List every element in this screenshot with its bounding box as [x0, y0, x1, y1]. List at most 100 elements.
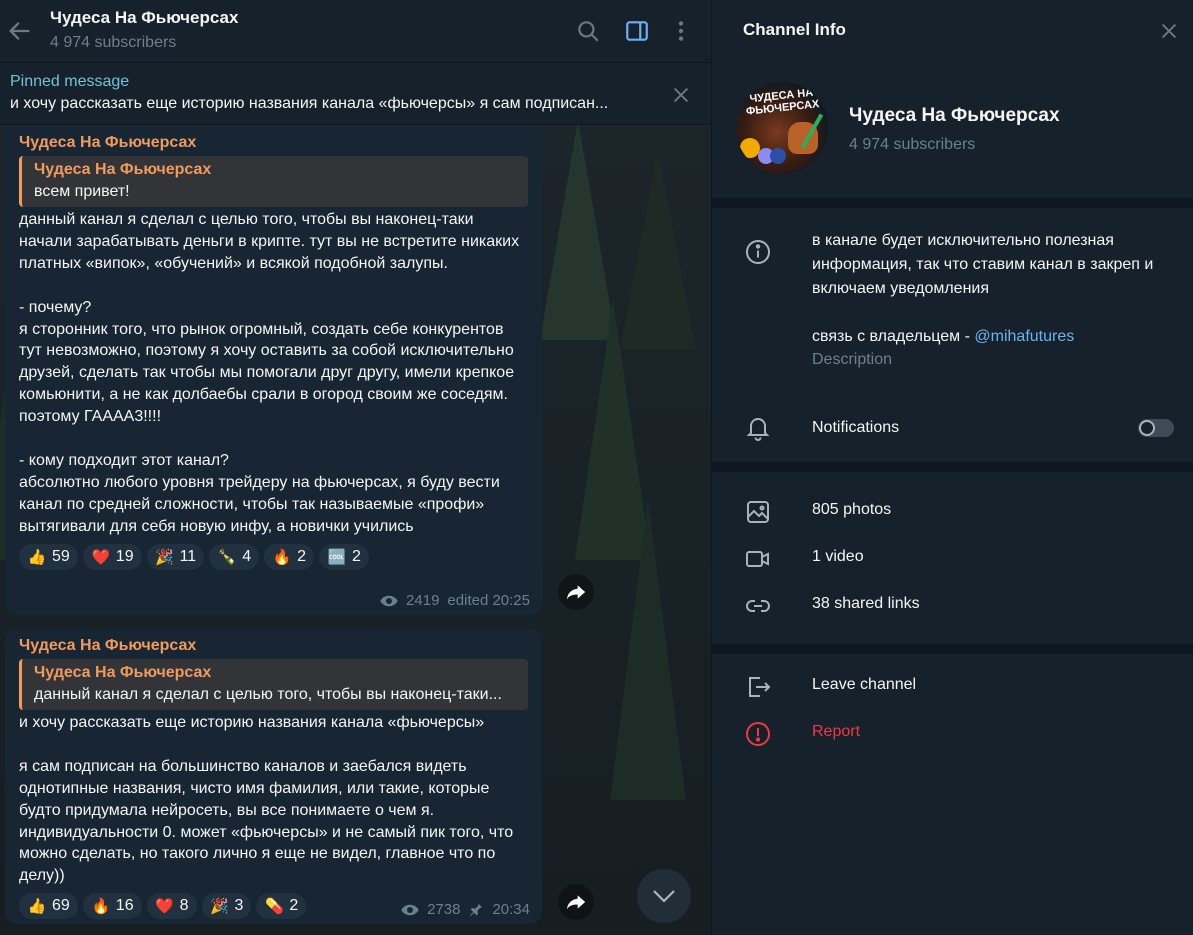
search-icon[interactable] [575, 17, 601, 45]
panel-title: Channel Info [743, 20, 846, 39]
reply-text: данный канал я сделал с целью того, чтоб… [34, 686, 502, 703]
reaction-fire[interactable]: 🔥 16 [82, 893, 142, 920]
divider [712, 462, 1193, 472]
avatar[interactable]: ЧУДЕСА НА ФЬЮЧЕРСАХ [736, 82, 828, 174]
reaction-count: 8 [179, 897, 189, 915]
chat-area: Чудеса На Фьючерсах 4 974 subscribers Pi… [0, 0, 711, 935]
pin-icon [470, 903, 483, 916]
reaction-emoji: ❤️ [91, 548, 111, 566]
reaction-champagne[interactable]: 🍾 4 [209, 543, 260, 570]
description-label: Description [812, 351, 893, 368]
reply-quote[interactable]: Чудеса На Фьючерсах всем привет! [19, 156, 528, 207]
reaction-emoji: 🎉 [155, 548, 174, 566]
chat-header: Чудеса На Фьючерсах 4 974 subscribers [0, 0, 711, 63]
reaction-emoji: 🍾 [217, 548, 237, 566]
reaction-emoji: 🆒 [327, 548, 347, 566]
reaction-heart[interactable]: ❤️ 19 [82, 543, 142, 570]
forward-icon [566, 585, 586, 600]
reaction-count: 19 [115, 547, 134, 565]
bell-icon [746, 418, 770, 441]
owner-link[interactable]: @mihafutures [974, 328, 1074, 345]
reaction-thumbs-up[interactable]: 👍 69 [19, 893, 78, 920]
message-author[interactable]: Чудеса На Фьючерсах [19, 637, 528, 655]
reaction-thumbs-up[interactable]: 👍 59 [19, 543, 78, 570]
message-text: и хочу рассказать еще историю названия к… [19, 714, 514, 885]
description-contact: связь с владельцем - [812, 328, 975, 345]
reaction-party[interactable]: 🎉 3 [201, 893, 252, 920]
info-icon [746, 240, 770, 264]
more-vertical-icon[interactable] [668, 17, 694, 45]
reaction-emoji: 👍 [27, 548, 47, 566]
reaction-count: 69 [52, 897, 70, 915]
leave-channel-button[interactable]: Leave channel [812, 676, 916, 694]
pinned-message-bar[interactable]: Pinned message и хочу рассказать еще ист… [0, 63, 711, 125]
channel-name: Чудеса На Фьючерсах [849, 105, 1060, 126]
eye-icon [401, 904, 419, 915]
reaction-emoji: 🔥 [91, 898, 111, 916]
link-icon [746, 600, 770, 612]
reaction-emoji: ❤️ [155, 898, 174, 916]
video-icon [746, 551, 769, 567]
close-icon[interactable] [670, 84, 692, 106]
forward-button[interactable] [558, 884, 594, 920]
reply-author: Чудеса На Фьючерсах [34, 161, 212, 178]
reactions: 👍 59 ❤️ 19 🎉 11 🍾 4 🔥 2 🆒 2 [19, 543, 528, 570]
forward-button[interactable] [558, 574, 594, 610]
reaction-fire[interactable]: 🔥 2 [264, 543, 315, 570]
back-arrow-icon[interactable] [6, 17, 34, 45]
shared-links-link[interactable]: 38 shared links [812, 595, 920, 613]
divider [712, 198, 1193, 208]
reaction-count: 4 [242, 547, 252, 565]
channel-subscribers: 4 974 subscribers [849, 136, 976, 153]
channel-info-panel: Channel Info ЧУДЕСА НА ФЬЮЧЕРСАХ Чудеса … [711, 0, 1193, 935]
divider [712, 644, 1193, 654]
chevron-down-icon [653, 890, 675, 903]
reply-quote[interactable]: Чудеса На Фьючерсах данный канал я сдела… [19, 659, 528, 710]
description-text: в канале будет исключительно полезная ин… [812, 232, 1154, 297]
pinned-label: Pinned message [10, 73, 130, 90]
report-button[interactable]: Report [812, 723, 860, 741]
photos-link[interactable]: 805 photos [812, 501, 891, 519]
scroll-down-button[interactable] [637, 869, 691, 923]
reaction-count: 11 [179, 547, 197, 565]
reaction-pill[interactable]: 💊 2 [256, 893, 307, 920]
reaction-count: 2 [289, 897, 299, 915]
message-time: edited 20:25 [447, 592, 530, 609]
leave-icon [749, 677, 771, 697]
videos-link[interactable]: 1 video [812, 548, 864, 566]
reaction-count: 16 [115, 897, 134, 915]
view-count: 2419 [406, 592, 440, 609]
reaction-emoji: 👍 [27, 898, 47, 916]
message-author[interactable]: Чудеса На Фьючерсах [19, 134, 528, 152]
report-icon [746, 722, 770, 746]
view-count: 2738 [427, 901, 461, 918]
pinned-text: и хочу рассказать еще историю названия к… [10, 95, 609, 112]
reaction-emoji: 🔥 [272, 548, 292, 566]
message-meta: 2738 20:34 [401, 901, 530, 918]
photo-icon [747, 501, 769, 523]
message-meta: 2419 edited 20:25 [380, 592, 530, 609]
reaction-count: 2 [297, 547, 307, 565]
reaction-count: 59 [52, 547, 70, 565]
message-time: 20:34 [492, 901, 530, 918]
chat-subscribers: 4 974 subscribers [50, 34, 177, 51]
message-bubble[interactable]: Чудеса На Фьючерсах Чудеса На Фьючерсах … [5, 126, 542, 615]
reaction-count: 3 [234, 897, 244, 915]
notifications-toggle[interactable] [1138, 419, 1174, 437]
chat-title[interactable]: Чудеса На Фьючерсах [50, 8, 238, 28]
close-icon[interactable] [1158, 20, 1180, 42]
reaction-party[interactable]: 🎉 11 [146, 543, 205, 570]
forward-icon [566, 895, 586, 910]
reaction-emoji: 🎉 [210, 898, 229, 916]
reply-author: Чудеса На Фьючерсах [34, 664, 212, 681]
sidebar-toggle-icon[interactable] [624, 17, 650, 45]
message-bubble[interactable]: Чудеса На Фьючерсах Чудеса На Фьючерсах … [5, 629, 542, 924]
reply-text: всем привет! [34, 183, 130, 200]
avatar-logo-text: ЧУДЕСА НА ФЬЮЧЕРСАХ [745, 86, 820, 118]
message-text: данный канал я сделал с целью того, чтоб… [19, 211, 520, 535]
reaction-emoji: 💊 [265, 898, 284, 916]
reaction-count: 2 [352, 547, 361, 565]
notifications-label[interactable]: Notifications [812, 419, 899, 437]
reaction-cool[interactable]: 🆒 2 [319, 543, 369, 570]
reaction-heart[interactable]: ❤️ 8 [146, 893, 197, 920]
